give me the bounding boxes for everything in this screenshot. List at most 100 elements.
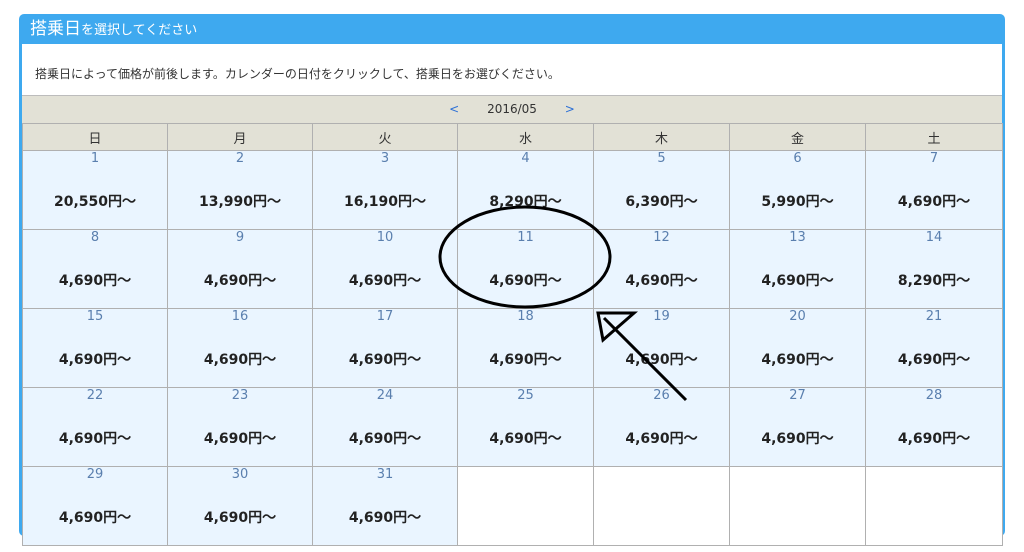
day-price: 4,690円～ xyxy=(58,352,132,368)
day-price: 4,690円～ xyxy=(897,352,971,368)
calendar-empty-cell xyxy=(729,466,866,546)
day-number: 16 xyxy=(231,309,249,324)
day-price: 8,290円～ xyxy=(897,273,971,289)
calendar-day-cell[interactable]: 23 4,690円～ xyxy=(167,387,313,467)
day-price: 20,550円～ xyxy=(53,194,137,210)
day-number: 9 xyxy=(235,230,245,245)
calendar-week-row: 29 4,690円～ 30 4,690円～ 31 4,690円～ xyxy=(22,466,1003,546)
day-number: 14 xyxy=(925,230,943,245)
day-number: 2 xyxy=(235,151,245,166)
calendar-day-cell[interactable]: 9 4,690円～ xyxy=(167,229,313,309)
month-navigation: < 2016/05 > xyxy=(22,95,1002,123)
calendar-day-cell[interactable]: 26 4,690円～ xyxy=(593,387,730,467)
calendar-day-cell[interactable]: 25 4,690円～ xyxy=(457,387,594,467)
panel-subtitle: を選択してください xyxy=(81,23,198,38)
day-number: 18 xyxy=(517,309,534,324)
calendar-day-cell[interactable]: 6 5,990円～ xyxy=(729,150,866,230)
day-price: 4,690円～ xyxy=(761,273,834,289)
calendar-day-cell[interactable]: 16 4,690円～ xyxy=(167,308,313,388)
date-select-panel: 搭乗日を選択してください 搭乗日によって価格が前後します。カレンダーの日付をクリ… xyxy=(19,14,1005,546)
day-number: 25 xyxy=(517,388,534,403)
calendar-day-cell[interactable]: 12 4,690円～ xyxy=(593,229,730,309)
day-price: 13,990円～ xyxy=(198,194,282,210)
day-number: 11 xyxy=(517,230,534,245)
day-number: 7 xyxy=(929,151,939,166)
day-price: 5,990円～ xyxy=(761,194,834,210)
day-number: 29 xyxy=(86,467,104,482)
calendar-day-cell[interactable]: 28 4,690円～ xyxy=(865,387,1003,467)
day-price: 4,690円～ xyxy=(203,510,277,526)
day-number: 12 xyxy=(653,230,670,245)
weekday-header-row: 日月火水木金土 xyxy=(22,123,1003,151)
calendar-day-cell[interactable]: 11 4,690円～ xyxy=(457,229,594,309)
calendar-empty-cell xyxy=(865,466,1003,546)
calendar-table: 日月火水木金土 1 20,550円～ 2 13,990円～ 3 16,190円～ 4 8,29… xyxy=(22,123,1003,546)
instruction-text: 搭乗日によって価格が前後します。カレンダーの日付をクリックして、搭乗日をお選びく… xyxy=(35,67,560,81)
calendar-day-cell[interactable]: 17 4,690円～ xyxy=(312,308,458,388)
calendar-day-cell[interactable]: 19 4,690円～ xyxy=(593,308,730,388)
weekday-header: 土 xyxy=(865,123,1003,151)
next-month-button[interactable]: > xyxy=(559,96,581,122)
day-number: 15 xyxy=(86,309,104,324)
calendar-day-cell[interactable]: 2 13,990円～ xyxy=(167,150,313,230)
day-number: 20 xyxy=(789,309,806,324)
day-price: 4,690円～ xyxy=(58,510,132,526)
calendar-day-cell[interactable]: 18 4,690円～ xyxy=(457,308,594,388)
calendar-week-row: 1 20,550円～ 2 13,990円～ 3 16,190円～ 4 8,290円～ 5 6,39… xyxy=(22,150,1003,230)
calendar-day-cell[interactable]: 22 4,690円～ xyxy=(22,387,168,467)
panel-header: 搭乗日を選択してください xyxy=(19,14,1005,44)
day-price: 4,690円～ xyxy=(348,352,422,368)
day-number: 13 xyxy=(789,230,806,245)
day-price: 4,690円～ xyxy=(348,431,422,447)
calendar-day-cell[interactable]: 4 8,290円～ xyxy=(457,150,594,230)
calendar-day-cell[interactable]: 29 4,690円～ xyxy=(22,466,168,546)
panel-title: 搭乗日 xyxy=(30,19,81,39)
day-price: 4,690円～ xyxy=(203,352,277,368)
calendar-day-cell[interactable]: 8 4,690円～ xyxy=(22,229,168,309)
calendar-body: 1 20,550円～ 2 13,990円～ 3 16,190円～ 4 8,290円～ 5 6,39… xyxy=(22,150,1003,546)
weekday-header: 日 xyxy=(22,123,168,151)
calendar-day-cell[interactable]: 24 4,690円～ xyxy=(312,387,458,467)
day-price: 4,690円～ xyxy=(625,352,698,368)
day-number: 4 xyxy=(521,151,530,166)
calendar-day-cell[interactable]: 3 16,190円～ xyxy=(312,150,458,230)
calendar-week-row: 8 4,690円～ 9 4,690円～ 10 4,690円～ 11 4,690円～ 12 4,69… xyxy=(22,229,1003,309)
day-number: 17 xyxy=(376,309,394,324)
prev-month-button[interactable]: < xyxy=(443,96,465,122)
calendar-day-cell[interactable]: 7 4,690円～ xyxy=(865,150,1003,230)
day-price: 4,690円～ xyxy=(625,431,698,447)
panel-body: 搭乗日によって価格が前後します。カレンダーの日付をクリックして、搭乗日をお選びく… xyxy=(22,44,1003,546)
day-number: 28 xyxy=(925,388,943,403)
day-price: 8,290円～ xyxy=(489,194,562,210)
calendar-day-cell[interactable]: 30 4,690円～ xyxy=(167,466,313,546)
day-number: 10 xyxy=(376,230,394,245)
calendar-empty-cell xyxy=(593,466,730,546)
day-number: 31 xyxy=(376,467,394,482)
day-number: 5 xyxy=(657,151,666,166)
day-price: 4,690円～ xyxy=(489,273,562,289)
calendar-day-cell[interactable]: 1 20,550円～ xyxy=(22,150,168,230)
day-price: 4,690円～ xyxy=(761,431,834,447)
day-price: 4,690円～ xyxy=(348,510,422,526)
calendar-day-cell[interactable]: 5 6,390円～ xyxy=(593,150,730,230)
calendar-day-cell[interactable]: 27 4,690円～ xyxy=(729,387,866,467)
calendar-day-cell[interactable]: 15 4,690円～ xyxy=(22,308,168,388)
calendar-day-cell[interactable]: 31 4,690円～ xyxy=(312,466,458,546)
day-number: 27 xyxy=(789,388,806,403)
day-number: 30 xyxy=(231,467,249,482)
calendar-day-cell[interactable]: 20 4,690円～ xyxy=(729,308,866,388)
calendar-day-cell[interactable]: 21 4,690円～ xyxy=(865,308,1003,388)
day-number: 21 xyxy=(925,309,943,324)
calendar-day-cell[interactable]: 14 8,290円～ xyxy=(865,229,1003,309)
weekday-header: 金 xyxy=(729,123,866,151)
weekday-header: 月 xyxy=(167,123,313,151)
day-price: 4,690円～ xyxy=(489,352,562,368)
day-number: 8 xyxy=(90,230,100,245)
calendar-day-cell[interactable]: 10 4,690円～ xyxy=(312,229,458,309)
day-number: 1 xyxy=(90,151,100,166)
calendar-day-cell[interactable]: 13 4,690円～ xyxy=(729,229,866,309)
current-month-label: 2016/05 xyxy=(487,102,537,116)
day-price: 4,690円～ xyxy=(897,431,971,447)
day-price: 4,690円～ xyxy=(203,431,277,447)
day-price: 4,690円～ xyxy=(625,273,698,289)
